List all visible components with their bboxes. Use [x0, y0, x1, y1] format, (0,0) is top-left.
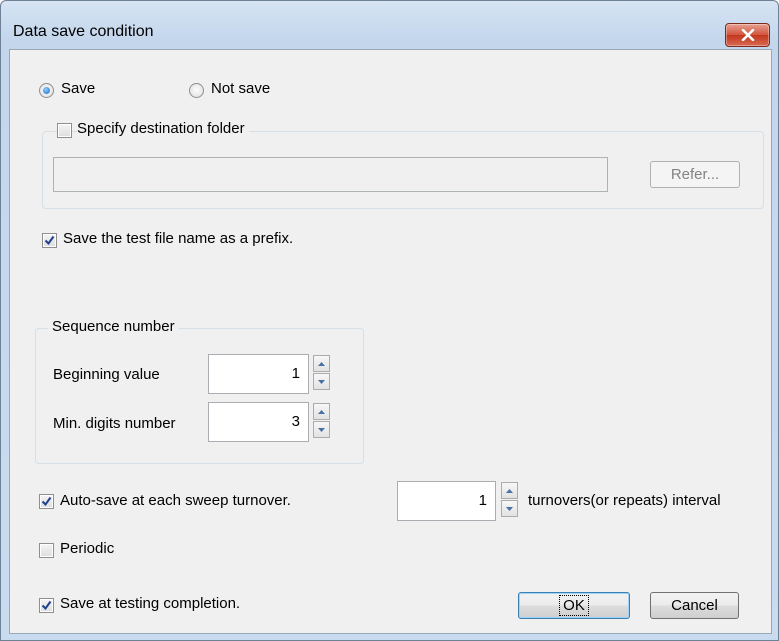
close-x-icon: [741, 29, 754, 41]
autosave-interval-down-button[interactable]: [501, 500, 518, 517]
prefix-label[interactable]: Save the test file name as a prefix.: [63, 230, 293, 247]
cancel-button-label: Cancel: [671, 597, 718, 614]
specify-destination-label[interactable]: Specify destination folder: [77, 120, 249, 137]
min-digits-label: Min. digits number: [53, 415, 176, 432]
arrow-down-icon: [318, 379, 325, 384]
refer-button[interactable]: Refer...: [650, 161, 740, 188]
close-button[interactable]: [725, 23, 770, 47]
not-save-radio-label[interactable]: Not save: [211, 80, 270, 97]
arrow-up-icon: [506, 488, 513, 493]
cancel-button[interactable]: Cancel: [650, 592, 739, 619]
arrow-up-icon: [318, 409, 325, 414]
specify-destination-checkbox[interactable]: [57, 123, 72, 138]
periodic-label[interactable]: Periodic: [60, 540, 114, 557]
completion-label[interactable]: Save at testing completion.: [60, 595, 240, 612]
completion-checkbox[interactable]: [39, 598, 54, 613]
checkmark-icon: [44, 235, 55, 246]
autosave-interval-spinner: [501, 482, 520, 517]
beginning-value-label: Beginning value: [53, 366, 160, 383]
min-digits-input[interactable]: 3: [208, 402, 309, 442]
destination-folder-input[interactable]: [53, 157, 608, 192]
arrow-down-icon: [506, 506, 513, 511]
sequence-group-label: Sequence number: [48, 318, 179, 335]
beginning-value-spinner: [313, 355, 332, 390]
beginning-value-up-button[interactable]: [313, 355, 330, 372]
title-bar[interactable]: Data save condition: [1, 1, 778, 49]
periodic-checkbox[interactable]: [39, 543, 54, 558]
min-digits-down-button[interactable]: [313, 421, 330, 438]
autosave-interval-input[interactable]: 1: [397, 481, 496, 521]
dialog-client-area: Save Not save Specify destination folder…: [9, 49, 772, 634]
save-radio[interactable]: [39, 83, 54, 98]
autosave-interval-up-button[interactable]: [501, 482, 518, 499]
checkmark-icon: [41, 600, 52, 611]
refer-button-label: Refer...: [670, 166, 720, 183]
checkmark-icon: [41, 496, 52, 507]
arrow-up-icon: [318, 361, 325, 366]
autosave-checkbox[interactable]: [39, 494, 54, 509]
save-radio-label[interactable]: Save: [61, 80, 95, 97]
sequence-group: [35, 328, 364, 464]
ok-button[interactable]: OK: [518, 592, 630, 619]
dialog-title: Data save condition: [13, 23, 154, 40]
arrow-down-icon: [318, 427, 325, 432]
min-digits-spinner: [313, 403, 332, 438]
dialog-window: Data save condition Save Not save Specif…: [0, 0, 779, 641]
beginning-value-down-button[interactable]: [313, 373, 330, 390]
ok-button-label: OK: [559, 595, 589, 616]
prefix-checkbox[interactable]: [42, 233, 57, 248]
beginning-value-input[interactable]: 1: [208, 354, 309, 394]
autosave-label[interactable]: Auto-save at each sweep turnover.: [60, 492, 291, 509]
autosave-interval-suffix: turnovers(or repeats) interval: [528, 492, 721, 509]
min-digits-up-button[interactable]: [313, 403, 330, 420]
not-save-radio[interactable]: [189, 83, 204, 98]
